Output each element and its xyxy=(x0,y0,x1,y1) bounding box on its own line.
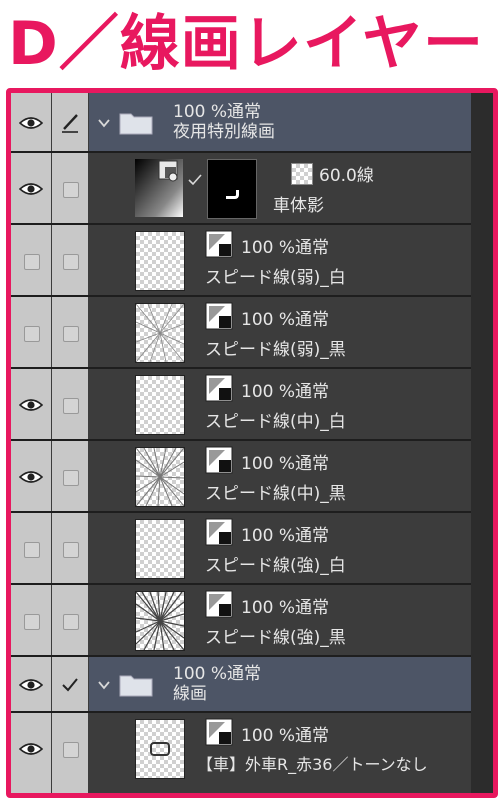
lock-checkbox[interactable] xyxy=(63,398,79,414)
chevron-down-icon[interactable] xyxy=(97,116,111,130)
lock-checkbox[interactable] xyxy=(63,470,79,486)
layer-name: スピード線(強)_白 xyxy=(205,556,346,576)
layer-name: スピード線(弱)_白 xyxy=(205,268,346,288)
lock-checkbox[interactable] xyxy=(63,182,79,198)
layer-row[interactable]: 100 %通常 スピード線(中)_白 xyxy=(11,369,471,441)
visibility-checkbox[interactable] xyxy=(24,542,40,558)
folder-icon xyxy=(119,675,153,697)
mask-thumbnail xyxy=(207,159,257,219)
layer-thumbnail xyxy=(135,447,185,507)
layer-row[interactable]: 100 %通常 スピード線(弱)_白 xyxy=(11,225,471,297)
raster-layer-icon xyxy=(205,718,233,746)
tone-icon xyxy=(291,163,313,185)
eye-icon[interactable] xyxy=(19,182,43,196)
layer-thumbnail xyxy=(135,231,185,291)
lock-checkbox[interactable] xyxy=(63,542,79,558)
folder-opacity-mode: 100 %通常 xyxy=(173,664,262,684)
folder-row-night-lineart[interactable]: 100 %通常 夜用特別線画 xyxy=(11,93,471,153)
layer-opacity-mode: 100 %通常 xyxy=(241,598,330,618)
layer-opacity-mode: 60.0線 xyxy=(319,166,374,186)
check-icon xyxy=(188,174,202,186)
pen-icon[interactable] xyxy=(59,112,81,134)
visibility-checkbox[interactable] xyxy=(24,614,40,630)
layer-thumbnail xyxy=(135,159,183,217)
raster-layer-icon xyxy=(205,446,233,474)
layer-opacity-mode: 100 %通常 xyxy=(241,238,330,258)
layer-thumbnail xyxy=(135,591,185,651)
eye-icon[interactable] xyxy=(19,470,43,484)
raster-layer-icon xyxy=(205,374,233,402)
layer-row[interactable]: 100 %通常 スピード線(弱)_黒 xyxy=(11,297,471,369)
layer-row[interactable]: 100 %通常 【車】外車R_赤36／トーンなし xyxy=(11,713,471,793)
layer-panel: 100 %通常 夜用特別線画 60.0線 車体影 100 %通常 スピード線(弱… xyxy=(11,93,471,793)
raster-layer-icon xyxy=(205,590,233,618)
layer-name: スピード線(弱)_黒 xyxy=(205,340,346,360)
layer-name: スピード線(中)_黒 xyxy=(205,484,346,504)
visibility-checkbox[interactable] xyxy=(24,326,40,342)
visibility-checkbox[interactable] xyxy=(24,254,40,270)
layer-row[interactable]: 100 %通常 スピード線(強)_黒 xyxy=(11,585,471,657)
layer-name: 【車】外車R_赤36／トーンなし xyxy=(197,755,428,774)
raster-layer-icon xyxy=(205,518,233,546)
lock-checkbox[interactable] xyxy=(63,326,79,342)
layer-thumbnail xyxy=(135,303,185,363)
layer-row[interactable]: 100 %通常 スピード線(強)_白 xyxy=(11,513,471,585)
eye-icon[interactable] xyxy=(19,398,43,412)
folder-icon xyxy=(119,113,153,135)
layer-opacity-mode: 100 %通常 xyxy=(241,310,330,330)
check-icon[interactable] xyxy=(61,677,79,693)
layer-opacity-mode: 100 %通常 xyxy=(241,382,330,402)
layer-row[interactable]: 100 %通常 スピード線(中)_黒 xyxy=(11,441,471,513)
layer-opacity-mode: 100 %通常 xyxy=(241,454,330,474)
layer-name: 車体影 xyxy=(273,196,324,216)
folder-opacity-mode: 100 %通常 xyxy=(173,102,262,122)
layer-thumbnail xyxy=(135,519,185,579)
lock-checkbox[interactable] xyxy=(63,742,79,758)
layer-name: スピード線(中)_白 xyxy=(205,412,346,432)
folder-row-lineart[interactable]: 100 %通常 線画 xyxy=(11,657,471,713)
layer-opacity-mode: 100 %通常 xyxy=(241,526,330,546)
lock-checkbox[interactable] xyxy=(63,254,79,270)
raster-layer-icon xyxy=(205,302,233,330)
layer-thumbnail xyxy=(135,719,185,779)
layer-opacity-mode: 100 %通常 xyxy=(241,726,330,746)
raster-layer-icon xyxy=(205,230,233,258)
eye-icon[interactable] xyxy=(19,678,43,692)
layer-name: スピード線(強)_黒 xyxy=(205,628,346,648)
lock-checkbox[interactable] xyxy=(63,614,79,630)
eye-icon[interactable] xyxy=(19,116,43,130)
layer-row-shadow[interactable]: 60.0線 車体影 xyxy=(11,153,471,225)
folder-name: 線画 xyxy=(173,684,207,704)
chevron-down-icon[interactable] xyxy=(97,678,111,692)
scrollbar[interactable] xyxy=(471,93,493,793)
page-heading: D／線画レイヤー xyxy=(8,9,485,79)
layer-panel-frame: 100 %通常 夜用特別線画 60.0線 車体影 100 %通常 スピード線(弱… xyxy=(6,88,498,798)
folder-name: 夜用特別線画 xyxy=(173,122,275,142)
eye-icon[interactable] xyxy=(19,742,43,756)
layer-thumbnail xyxy=(135,375,185,435)
